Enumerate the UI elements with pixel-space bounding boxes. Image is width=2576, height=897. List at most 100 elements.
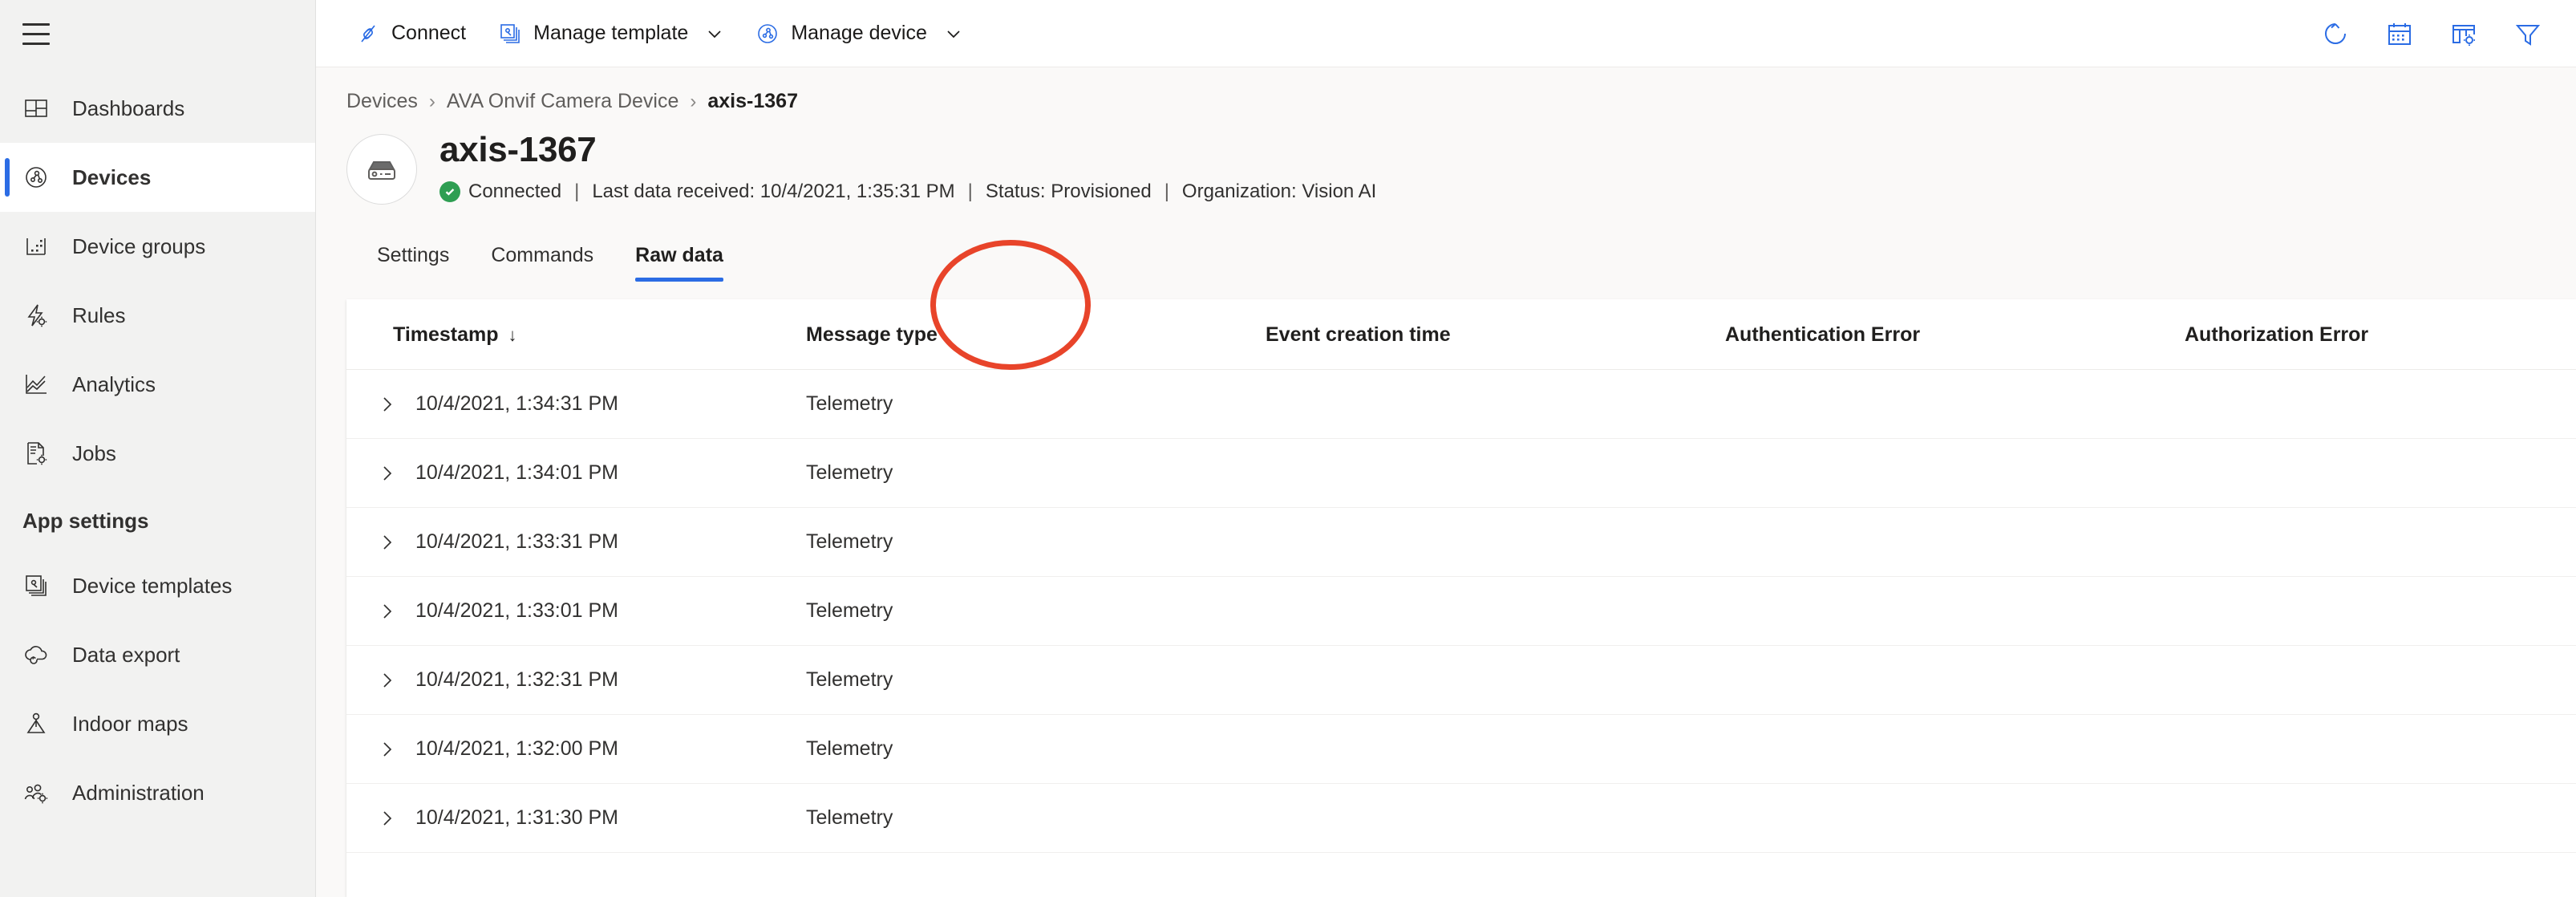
chevron-right-icon[interactable]: [377, 463, 398, 484]
timestamp-value: 10/4/2021, 1:33:31 PM: [415, 530, 618, 554]
jobs-icon: [22, 440, 50, 467]
tab-raw-data[interactable]: Raw data: [635, 244, 723, 282]
table-row[interactable]: 10/4/2021, 1:33:01 PM Telemetry: [346, 577, 2576, 646]
column-header-timestamp-label: Timestamp: [393, 323, 499, 346]
cell-authentication-error: [1725, 715, 2185, 784]
cell-message-type: Telemetry: [806, 715, 1266, 784]
cell-event-creation-time: [1266, 577, 1725, 646]
tab-settings[interactable]: Settings: [377, 244, 449, 282]
cell-message-type: Telemetry: [806, 370, 1266, 439]
avatar: [346, 134, 417, 205]
data-export-icon: [22, 641, 50, 668]
table-row[interactable]: 10/4/2021, 1:34:31 PM Telemetry: [346, 370, 2576, 439]
cell-authentication-error: [1725, 370, 2185, 439]
sidebar-item-indoor-maps[interactable]: Indoor maps: [0, 689, 315, 758]
sidebar-item-label: Analytics: [72, 374, 156, 395]
chevron-right-icon[interactable]: [377, 601, 398, 622]
chevron-right-icon[interactable]: [377, 739, 398, 760]
sidebar-item-data-export[interactable]: Data export: [0, 620, 315, 689]
cell-timestamp: 10/4/2021, 1:34:01 PM: [346, 439, 806, 508]
column-options-icon[interactable]: [2446, 16, 2481, 51]
manage-template-button[interactable]: Manage template: [482, 11, 739, 56]
table-row[interactable]: 10/4/2021, 1:31:30 PM Telemetry: [346, 784, 2576, 853]
cell-timestamp: 10/4/2021, 1:33:01 PM: [346, 577, 806, 646]
status-label: Status:: [986, 181, 1046, 203]
timestamp-value: 10/4/2021, 1:33:01 PM: [415, 599, 618, 623]
status-separator: |: [574, 181, 579, 203]
rules-icon: [22, 302, 50, 329]
manage-device-label: Manage device: [791, 22, 927, 45]
tab-commands[interactable]: Commands: [491, 244, 593, 282]
sidebar-item-device-templates[interactable]: Device templates: [0, 551, 315, 620]
dashboards-icon: [22, 95, 50, 122]
chevron-right-icon[interactable]: [377, 532, 398, 553]
toolbar-right-icons: [2318, 16, 2546, 51]
table-row[interactable]: 10/4/2021, 1:33:31 PM Telemetry: [346, 508, 2576, 577]
column-header-authentication-error[interactable]: Authentication Error: [1725, 299, 2185, 370]
timestamp-value: 10/4/2021, 1:32:00 PM: [415, 737, 618, 761]
table-row[interactable]: 10/4/2021, 1:34:01 PM Telemetry: [346, 439, 2576, 508]
column-header-authorization-error[interactable]: Authorization Error: [2185, 299, 2576, 370]
refresh-icon[interactable]: [2318, 16, 2353, 51]
sidebar-item-label: Dashboards: [72, 98, 184, 119]
device-status-line: Connected | Last data received: 10/4/202…: [439, 181, 1376, 203]
cell-message-type: Telemetry: [806, 508, 1266, 577]
breadcrumb-separator: ›: [690, 91, 696, 113]
cell-message-type: Telemetry: [806, 646, 1266, 715]
cell-timestamp: 10/4/2021, 1:34:31 PM: [346, 370, 806, 439]
sidebar-nav: Dashboards Devices: [0, 74, 315, 827]
title-row: axis-1367 Connected | Last data received…: [346, 131, 2576, 205]
raw-data-table: Timestamp↓ Message type Event creation t…: [346, 299, 2576, 853]
page-header: Devices › AVA Onvif Camera Device › axis…: [316, 67, 2576, 282]
tab-bar: Settings Commands Raw data: [377, 232, 2576, 282]
cell-event-creation-time: [1266, 784, 1725, 853]
table-row[interactable]: 10/4/2021, 1:32:31 PM Telemetry: [346, 646, 2576, 715]
calendar-icon[interactable]: [2382, 16, 2417, 51]
sidebar-item-administration[interactable]: Administration: [0, 758, 315, 827]
chevron-right-icon[interactable]: [377, 394, 398, 415]
cell-authorization-error: [2185, 784, 2576, 853]
sidebar: Dashboards Devices: [0, 0, 316, 897]
chevron-right-icon[interactable]: [377, 670, 398, 691]
cell-message-type: Telemetry: [806, 784, 1266, 853]
sidebar-item-rules[interactable]: Rules: [0, 281, 315, 350]
indoor-maps-icon: [22, 710, 50, 737]
connect-icon: [356, 22, 380, 46]
manage-device-icon: [755, 22, 780, 46]
table-body: 10/4/2021, 1:34:31 PM Telemetry 10/4/202…: [346, 370, 2576, 853]
sidebar-item-label: Rules: [72, 305, 125, 326]
table-row[interactable]: 10/4/2021, 1:32:00 PM Telemetry: [346, 715, 2576, 784]
connection-status-text: Connected: [468, 181, 561, 203]
column-header-timestamp[interactable]: Timestamp↓: [346, 299, 806, 370]
cell-authentication-error: [1725, 577, 2185, 646]
breadcrumb-item-template[interactable]: AVA Onvif Camera Device: [447, 90, 678, 113]
title-block: axis-1367 Connected | Last data received…: [439, 131, 1376, 203]
connect-button[interactable]: Connect: [340, 11, 482, 56]
column-header-message-type[interactable]: Message type: [806, 299, 1266, 370]
sidebar-item-label: Indoor maps: [72, 713, 188, 734]
devices-icon: [22, 164, 50, 191]
raw-data-table-container: Timestamp↓ Message type Event creation t…: [346, 299, 2576, 897]
hamburger-icon[interactable]: [22, 18, 67, 50]
column-header-event-creation-time[interactable]: Event creation time: [1266, 299, 1725, 370]
device-groups-icon: [22, 233, 50, 260]
sidebar-item-analytics[interactable]: Analytics: [0, 350, 315, 419]
sidebar-item-jobs[interactable]: Jobs: [0, 419, 315, 488]
main-content: Connect Manage template: [316, 0, 2576, 897]
filter-icon[interactable]: [2510, 16, 2546, 51]
breadcrumb-item-current: axis-1367: [707, 90, 798, 113]
organization-value: Vision AI: [1302, 181, 1376, 203]
breadcrumb-item-devices[interactable]: Devices: [346, 90, 418, 113]
timestamp-value: 10/4/2021, 1:34:31 PM: [415, 392, 618, 416]
sidebar-item-dashboards[interactable]: Dashboards: [0, 74, 315, 143]
chevron-right-icon[interactable]: [377, 808, 398, 829]
sidebar-item-devices[interactable]: Devices: [0, 143, 315, 212]
chevron-down-icon[interactable]: [945, 25, 962, 43]
sidebar-section-title: App settings: [0, 488, 315, 551]
sidebar-item-device-groups[interactable]: Device groups: [0, 212, 315, 281]
manage-device-button[interactable]: Manage device: [739, 11, 978, 56]
analytics-icon: [22, 371, 50, 398]
timestamp-value: 10/4/2021, 1:32:31 PM: [415, 668, 618, 692]
device-box-icon: [363, 151, 400, 188]
chevron-down-icon[interactable]: [706, 25, 723, 43]
